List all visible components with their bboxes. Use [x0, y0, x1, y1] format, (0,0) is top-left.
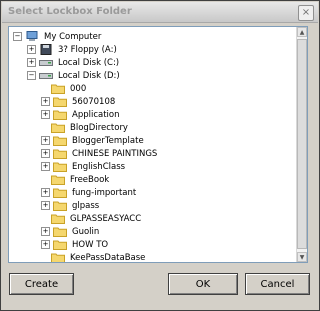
folder-icon: [53, 135, 67, 146]
tree-node-label: Application: [72, 109, 120, 120]
folder-icon: [53, 187, 67, 198]
tree-node-label: Local Disk (C:): [58, 57, 120, 68]
expand-toggle[interactable]: +: [41, 110, 50, 119]
expand-toggle[interactable]: +: [41, 201, 50, 210]
folder-icon: [53, 96, 67, 107]
drive-icon: [39, 70, 53, 81]
toggle-spacer: [41, 85, 48, 92]
tree-node-label: KeePassDataBase: [70, 252, 146, 263]
tree-node-label: HOW TO: [72, 239, 109, 250]
folder-icon: [53, 109, 67, 120]
tree-node-label: Local Disk (D:): [58, 70, 120, 81]
folder-node[interactable]: GLPASSEASYACC: [41, 212, 143, 225]
scroll-down-button[interactable]: ▼: [297, 252, 307, 262]
folder-tree[interactable]: ▲ ▼ − My Computer +3? Floppy (A:) + Local Di…: [8, 26, 308, 263]
tree-node[interactable]: − My Computer: [13, 30, 103, 43]
toggle-spacer: [41, 215, 48, 222]
cancel-button[interactable]: Cancel: [245, 273, 310, 295]
tree-node-label: fung-important: [72, 187, 137, 198]
computer-icon: [25, 31, 39, 42]
folder-icon: [51, 83, 65, 94]
toggle-spacer: [41, 124, 48, 131]
expand-toggle[interactable]: +: [41, 227, 50, 236]
folder-node[interactable]: + BloggerTemplate: [41, 134, 146, 147]
expand-toggle[interactable]: +: [27, 45, 36, 54]
close-button[interactable]: ×: [298, 5, 314, 21]
folder-icon: [53, 148, 67, 159]
folder-node[interactable]: + Application: [41, 108, 122, 121]
folder-node[interactable]: FreeBook: [41, 173, 111, 186]
folder-node[interactable]: KeePassDataBase: [41, 251, 147, 263]
tree-node-label: glpass: [72, 200, 100, 211]
folder-node[interactable]: + CHINESE PAINTINGS: [41, 147, 159, 160]
tree-node-label: BloggerTemplate: [72, 135, 144, 146]
tree-node-label: GLPASSEASYACC: [70, 213, 142, 224]
expand-toggle[interactable]: +: [41, 136, 50, 145]
folder-node[interactable]: + Guolin: [41, 225, 101, 238]
folder-node[interactable]: + HOW TO: [41, 238, 110, 251]
tree-node-label: CHINESE PAINTINGS: [72, 148, 158, 159]
tree-node-label: FreeBook: [70, 174, 110, 185]
expand-toggle[interactable]: +: [27, 58, 36, 67]
tree-node-label: EnglishClass: [72, 161, 126, 172]
collapse-toggle[interactable]: −: [13, 32, 22, 41]
ok-button[interactable]: OK: [168, 273, 238, 295]
folder-icon: [51, 213, 65, 224]
tree-node-label: My Computer: [44, 31, 102, 42]
expand-toggle[interactable]: +: [41, 188, 50, 197]
create-button[interactable]: Create: [9, 273, 74, 295]
collapse-toggle[interactable]: −: [27, 71, 36, 80]
folder-icon: [53, 161, 67, 172]
folder-node[interactable]: + EnglishClass: [41, 160, 127, 173]
vertical-scrollbar[interactable]: ▲ ▼: [296, 27, 307, 262]
select-lockbox-folder-dialog: Select Lockbox Folder × ▲ ▼ − My Computer…: [0, 0, 320, 311]
folder-icon: [51, 174, 65, 185]
folder-node[interactable]: 000: [41, 82, 88, 95]
tree-node-label: 000: [70, 83, 87, 94]
folder-icon: [53, 226, 67, 237]
tree-node[interactable]: +3? Floppy (A:): [27, 43, 119, 56]
expand-toggle[interactable]: +: [41, 162, 50, 171]
title-bar[interactable]: Select Lockbox Folder ×: [2, 2, 318, 23]
folder-node[interactable]: + fung-important: [41, 186, 138, 199]
folder-icon: [53, 200, 67, 211]
expand-toggle[interactable]: +: [41, 149, 50, 158]
scroll-up-button[interactable]: ▲: [297, 27, 307, 37]
tree-node[interactable]: + Local Disk (C:): [27, 56, 121, 69]
folder-icon: [53, 239, 67, 250]
expand-toggle[interactable]: +: [41, 240, 50, 249]
tree-node-label: 56070108: [72, 96, 116, 107]
folder-icon: [51, 122, 65, 133]
folder-node[interactable]: + glpass: [41, 199, 101, 212]
toggle-spacer: [41, 176, 48, 183]
folder-node[interactable]: BlogDirectory: [41, 121, 130, 134]
tree-node-label: 3? Floppy (A:): [58, 44, 117, 55]
drive-icon: [39, 57, 53, 68]
floppy-icon: [39, 44, 53, 55]
tree-node-label: BlogDirectory: [70, 122, 128, 133]
tree-node-label: Guolin: [72, 226, 100, 237]
toggle-spacer: [41, 254, 48, 261]
scroll-thumb[interactable]: [297, 39, 307, 249]
folder-icon: [51, 252, 65, 262]
folder-node[interactable]: +56070108: [41, 95, 117, 108]
dialog-title: Select Lockbox Folder: [8, 6, 132, 17]
tree-node[interactable]: − Local Disk (D:): [27, 69, 122, 82]
expand-toggle[interactable]: +: [41, 97, 50, 106]
